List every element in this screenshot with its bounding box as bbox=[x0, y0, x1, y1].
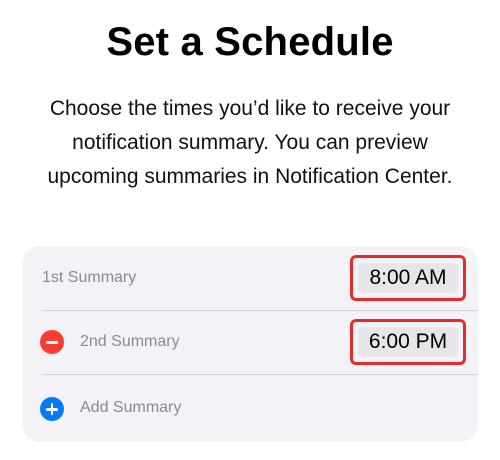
time-picker-2[interactable]: 6:00 PM bbox=[350, 319, 466, 365]
time-value-2[interactable]: 6:00 PM bbox=[358, 327, 458, 357]
plus-circle-icon[interactable] bbox=[40, 397, 64, 421]
summary-label-1: 1st Summary bbox=[42, 269, 137, 286]
time-value-1[interactable]: 8:00 AM bbox=[358, 263, 458, 293]
page-description: Choose the times you’d like to receive y… bbox=[47, 97, 453, 188]
summary-label-2: 2nd Summary bbox=[80, 333, 180, 350]
plus-glyph-vertical bbox=[50, 403, 54, 415]
summary-row-1: 1st Summary 8:00 AM bbox=[22, 246, 478, 310]
minus-circle-icon[interactable] bbox=[40, 330, 64, 354]
schedule-list: 1st Summary 8:00 AM 2nd Summary 6:00 PM … bbox=[22, 246, 478, 442]
minus-glyph bbox=[46, 341, 58, 344]
add-summary-label[interactable]: Add Summary bbox=[80, 398, 181, 418]
add-summary-row[interactable]: Add Summary bbox=[22, 374, 478, 440]
page-title: Set a Schedule bbox=[106, 20, 394, 64]
time-picker-1[interactable]: 8:00 AM bbox=[350, 255, 466, 301]
summary-row-2: 2nd Summary 6:00 PM bbox=[22, 310, 478, 374]
